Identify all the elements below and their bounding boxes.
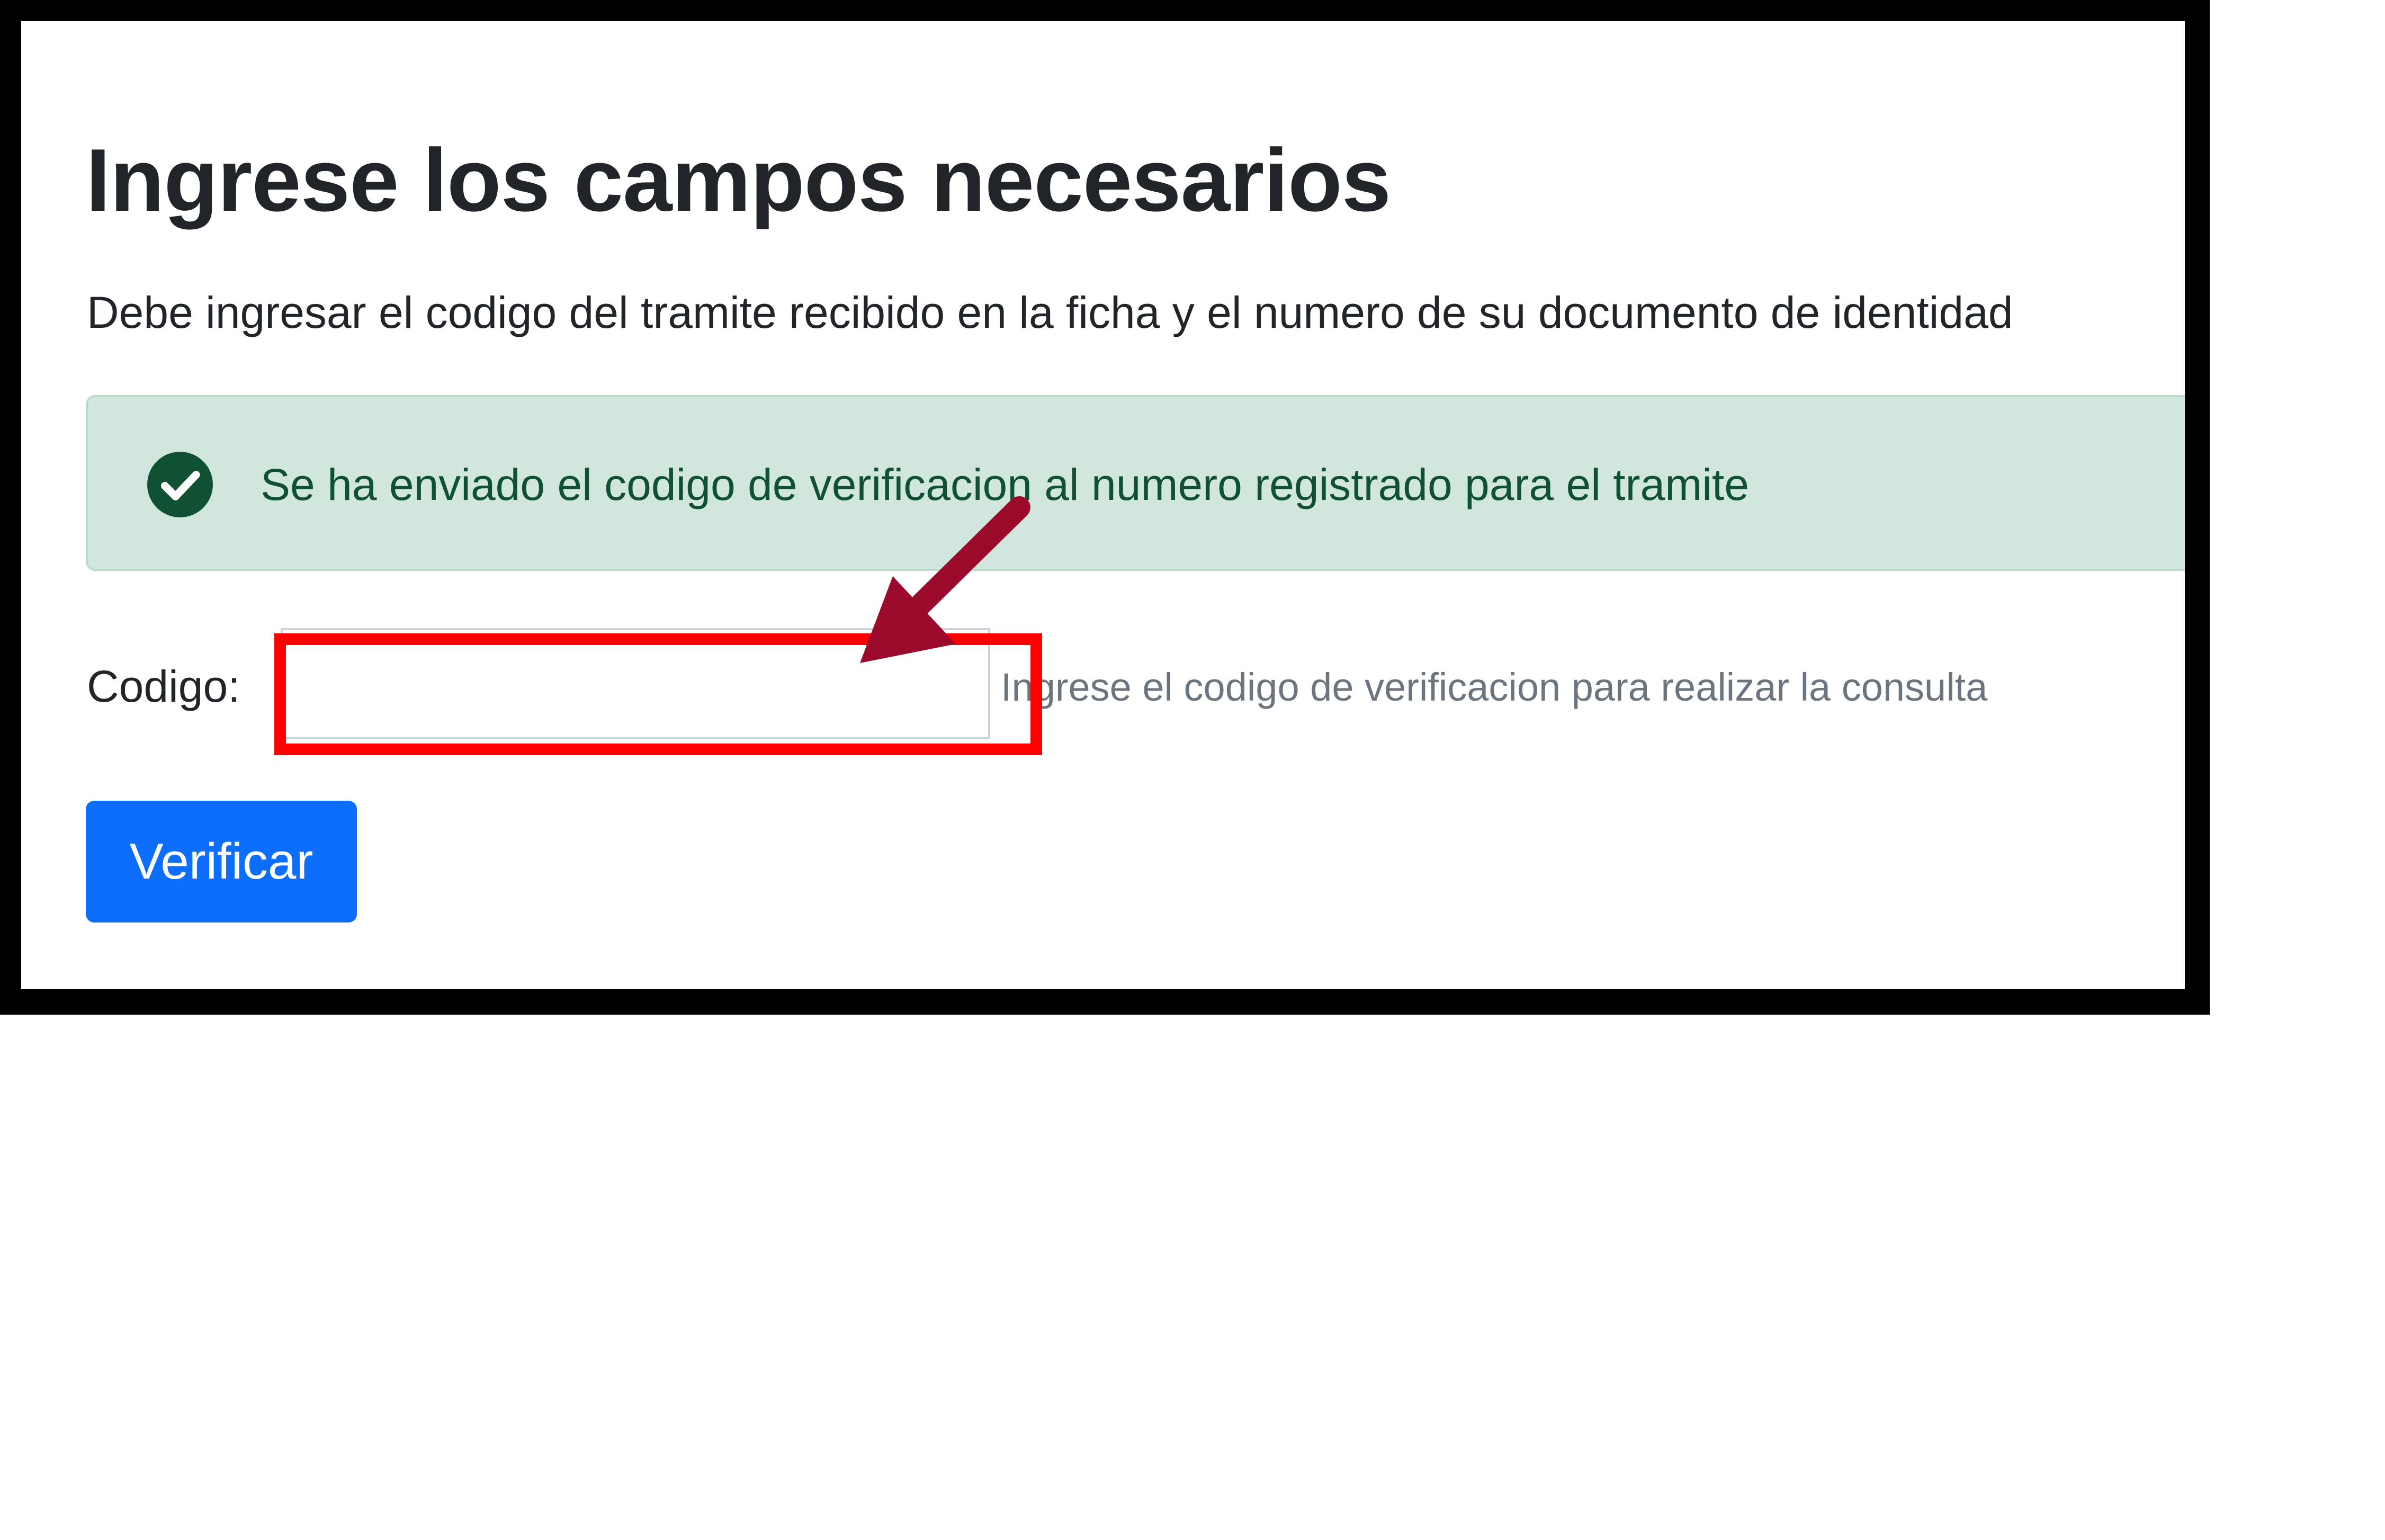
page-subtitle: Debe ingresar el codigo del tramite reci… bbox=[87, 288, 2013, 337]
screenshot-frame: Ingrese los campos necesarios Debe ingre… bbox=[0, 0, 2210, 1015]
verify-button[interactable]: Verificar bbox=[86, 801, 357, 923]
alert-message: Se ha enviado el codigo de verificacion … bbox=[261, 460, 1749, 509]
success-alert: Se ha enviado el codigo de verificacion … bbox=[86, 395, 2185, 571]
code-input[interactable] bbox=[281, 628, 990, 739]
page-content: Ingrese los campos necesarios Debe ingre… bbox=[21, 21, 2185, 989]
page-title: Ingrese los campos necesarios bbox=[86, 130, 1391, 230]
code-label: Codigo: bbox=[87, 661, 240, 711]
code-help-text: Ingrese el codigo de verificacion para r… bbox=[1001, 665, 1988, 709]
check-circle-icon bbox=[147, 452, 213, 517]
